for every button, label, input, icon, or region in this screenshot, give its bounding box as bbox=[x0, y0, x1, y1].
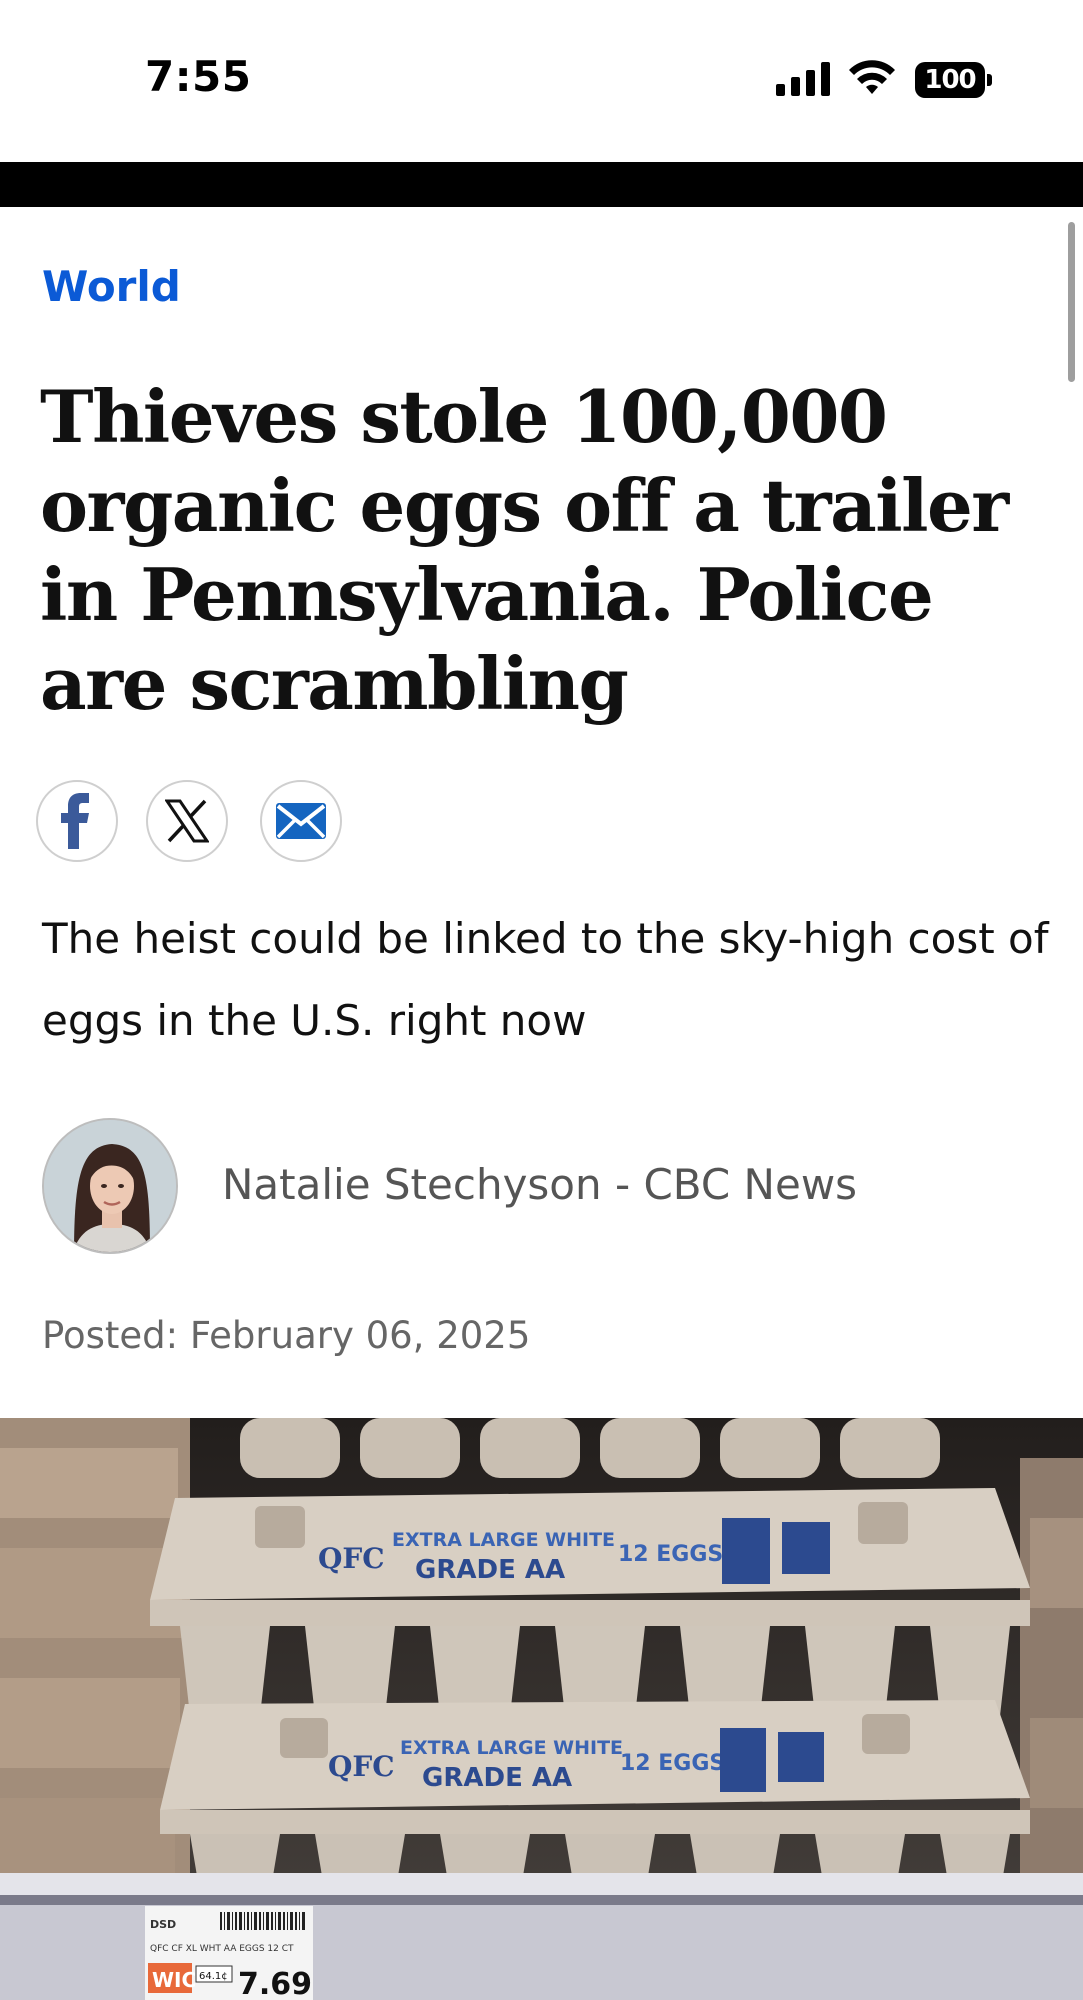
price-tag: DSD QFC CF XL WHT AA EGGS 12 CT WIC 64.1… bbox=[145, 1906, 313, 2000]
carton-grade-label-2: GRADE AA bbox=[422, 1763, 572, 1793]
article-dek: The heist could be linked to the sky-hig… bbox=[42, 914, 1049, 1045]
price-tag-unit-price: 64.1¢ bbox=[199, 1971, 228, 1982]
facebook-icon bbox=[61, 793, 89, 849]
author-portrait-image bbox=[44, 1120, 176, 1252]
x-icon bbox=[165, 799, 209, 843]
author-byline[interactable]: Natalie Stechyson - CBC News bbox=[222, 1160, 857, 1209]
egg-cartons-photo: QFC EXTRA LARGE WHITE GRADE AA 12 EGGS Q… bbox=[0, 1418, 1083, 2000]
carton-count-label: 12 EGGS bbox=[618, 1542, 723, 1567]
price-tag-price: 7.69 bbox=[238, 1967, 312, 2000]
status-bar: 7:55 100 bbox=[0, 0, 1083, 162]
price-tag-code: DSD bbox=[150, 1918, 176, 1931]
share-facebook-button[interactable] bbox=[36, 780, 118, 862]
share-email-button[interactable] bbox=[260, 780, 342, 862]
battery-tip bbox=[987, 74, 992, 86]
carton-count-label-2: 12 EGGS bbox=[620, 1751, 725, 1776]
carton-size-label-2: EXTRA LARGE WHITE bbox=[400, 1737, 623, 1759]
price-tag-description: QFC CF XL WHT AA EGGS 12 CT bbox=[150, 1944, 294, 1954]
scrollbar[interactable] bbox=[1068, 222, 1075, 382]
wifi-icon bbox=[849, 60, 895, 94]
carton-brand: QFC bbox=[318, 1542, 385, 1575]
carton-brand-2: QFC bbox=[328, 1750, 395, 1783]
share-x-button[interactable] bbox=[146, 780, 228, 862]
carton-grade-label: GRADE AA bbox=[415, 1555, 565, 1585]
status-time: 7:55 bbox=[145, 52, 252, 101]
category-link[interactable]: World bbox=[42, 262, 181, 311]
article-headline: Thieves stole 100,000 organic eggs off a… bbox=[40, 374, 1009, 726]
posted-date: Posted: February 06, 2025 bbox=[42, 1314, 531, 1357]
price-tag-badge: WIC bbox=[152, 1968, 196, 1992]
top-banner-band bbox=[0, 162, 1083, 207]
battery-icon: 100 bbox=[915, 62, 993, 98]
hero-image[interactable]: QFC EXTRA LARGE WHITE GRADE AA 12 EGGS Q… bbox=[0, 1418, 1083, 2000]
cellular-signal-icon bbox=[776, 62, 830, 96]
author-avatar[interactable] bbox=[42, 1118, 178, 1254]
carton-size-label: EXTRA LARGE WHITE bbox=[392, 1529, 615, 1551]
battery-level: 100 bbox=[915, 62, 985, 98]
email-icon bbox=[276, 803, 326, 839]
